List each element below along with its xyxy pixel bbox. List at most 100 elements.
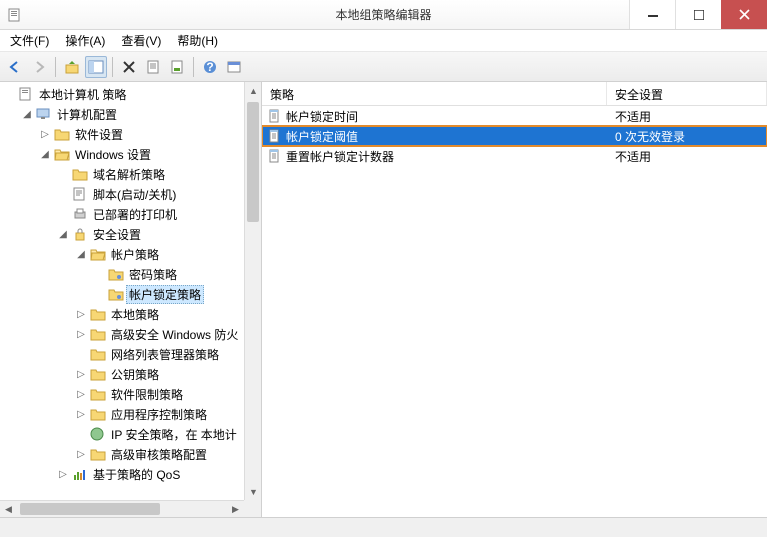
delete-button[interactable] — [118, 56, 140, 78]
list-body: 帐户锁定时间 不适用帐户锁定阈值0 次无效登录重置帐户锁定计数器不适用 — [262, 106, 767, 166]
tree-printers[interactable]: 已部署的打印机 — [56, 204, 244, 224]
tree-label: 域名解析策略 — [90, 165, 168, 184]
tree-account-lockout-policy[interactable]: 帐户锁定策略 — [92, 284, 244, 304]
tree-adv-firewall[interactable]: ▷ 高级安全 Windows 防火 — [74, 324, 244, 344]
column-header-security[interactable]: 安全设置 — [607, 82, 767, 105]
list-row[interactable]: 帐户锁定时间 不适用 — [262, 106, 767, 126]
menu-action[interactable]: 操作(A) — [57, 30, 113, 51]
folder-open-icon — [90, 247, 106, 261]
tree-label: IP 安全策略，在 本地计 — [108, 425, 240, 444]
folder-icon — [90, 367, 106, 381]
tree-local-policy[interactable]: ▷本地策略 — [74, 304, 244, 324]
expand-icon[interactable]: ▷ — [56, 467, 70, 481]
scroll-right-icon[interactable]: ▶ — [227, 501, 244, 517]
printer-icon — [72, 207, 88, 221]
list-row[interactable]: 重置帐户锁定计数器不适用 — [262, 146, 767, 166]
tree-dns-policy[interactable]: 域名解析策略 — [56, 164, 244, 184]
tree-password-policy[interactable]: 密码策略 — [92, 264, 244, 284]
collapse-icon[interactable]: ◢ — [38, 147, 52, 161]
tree-windows-settings[interactable]: ◢Windows 设置 — [38, 144, 244, 164]
collapse-icon[interactable]: ◢ — [74, 247, 88, 261]
tree-scripts[interactable]: 脚本(启动/关机) — [56, 184, 244, 204]
tree-label: 软件限制策略 — [108, 385, 186, 404]
show-tree-button[interactable] — [85, 56, 107, 78]
tree-adv-audit[interactable]: ▷高级审核策略配置 — [74, 444, 244, 464]
tree-label: 高级安全 Windows 防火 — [108, 325, 241, 344]
tree-label: 安全设置 — [90, 225, 144, 244]
forward-button[interactable] — [28, 56, 50, 78]
expand-icon[interactable]: ▷ — [74, 387, 88, 401]
tree-software-settings[interactable]: ▷ 软件设置 — [38, 124, 244, 144]
up-button[interactable] — [61, 56, 83, 78]
folder-icon — [90, 307, 106, 321]
scroll-thumb[interactable] — [20, 503, 160, 515]
policy-icon — [268, 129, 282, 143]
tree-software-restrict[interactable]: ▷ 软件限制策略 — [74, 384, 244, 404]
policy-icon — [268, 109, 282, 123]
expand-icon[interactable]: ▷ — [74, 327, 88, 341]
column-header-policy[interactable]: 策略 — [262, 82, 607, 105]
folder-icon — [54, 127, 70, 141]
policy-value: 不适用 — [615, 110, 651, 124]
tree-label: 网络列表管理器策略 — [108, 345, 222, 364]
tree-app-control[interactable]: ▷ 应用程序控制策略 — [74, 404, 244, 424]
tree-qos[interactable]: ▷基于策略的 QoS — [56, 464, 244, 484]
tree-label: 公钥策略 — [108, 365, 162, 384]
export-button[interactable] — [142, 56, 164, 78]
maximize-button[interactable] — [675, 0, 721, 29]
expand-icon[interactable]: ▷ — [74, 407, 88, 421]
scroll-up-icon[interactable]: ▲ — [245, 82, 262, 99]
folder-icon — [108, 287, 124, 301]
tree-root[interactable]: 本地计算机 策略 — [2, 84, 244, 104]
options-button[interactable] — [223, 56, 245, 78]
tree-computer-config[interactable]: ◢ 计算机配置 — [20, 104, 244, 124]
tree-horizontal-scrollbar[interactable]: ◀ ▶ — [0, 500, 244, 517]
minimize-button[interactable] — [629, 0, 675, 29]
policy-value: 0 次无效登录 — [615, 130, 685, 144]
tree-nlm-policy[interactable]: 网络列表管理器策略 — [74, 344, 244, 364]
titlebar: 本地组策略编辑器 — [0, 0, 767, 30]
expand-icon[interactable]: ▷ — [38, 127, 52, 141]
menu-help[interactable]: 帮助(H) — [169, 30, 226, 51]
folder-icon — [90, 407, 106, 421]
tree-label: 帐户锁定策略 — [126, 285, 204, 304]
expand-icon[interactable]: ▷ — [74, 447, 88, 461]
tree-account-policy[interactable]: ◢ 帐户策略 — [74, 244, 244, 264]
tree-pane: 本地计算机 策略 ◢ 计算机配置 ▷ 软件设置 — [0, 82, 262, 517]
tree-label: 帐户策略 — [108, 245, 162, 264]
tree-security-settings[interactable]: ◢ 安全设置 — [56, 224, 244, 244]
status-bar — [0, 517, 767, 537]
tree-pubkey-policy[interactable]: ▷ 公钥策略 — [74, 364, 244, 384]
qos-icon — [72, 467, 88, 481]
scroll-down-icon[interactable]: ▼ — [245, 483, 262, 500]
folder-icon — [90, 327, 106, 341]
folder-icon — [90, 347, 106, 361]
properties-button[interactable] — [166, 56, 188, 78]
ipsec-icon — [90, 427, 106, 441]
tree-label: 计算机配置 — [54, 105, 120, 124]
expand-icon[interactable]: ▷ — [74, 367, 88, 381]
help-button[interactable]: ? — [199, 56, 221, 78]
tree-label: 软件设置 — [72, 125, 126, 144]
scroll-thumb[interactable] — [247, 102, 259, 222]
policy-name: 帐户锁定时间 — [286, 108, 358, 125]
back-button[interactable] — [4, 56, 26, 78]
app-icon — [0, 8, 28, 22]
collapse-icon[interactable]: ◢ — [56, 227, 70, 241]
window-title: 本地组策略编辑器 — [335, 6, 431, 23]
menu-file[interactable]: 文件(F) — [2, 30, 57, 51]
menu-view[interactable]: 查看(V) — [113, 30, 169, 51]
document-icon — [18, 87, 34, 101]
tree-label: 应用程序控制策略 — [108, 405, 210, 424]
toolbar-separator — [112, 57, 113, 77]
tree-vertical-scrollbar[interactable]: ▲ ▼ — [244, 82, 261, 500]
tree-scroll[interactable]: 本地计算机 策略 ◢ 计算机配置 ▷ 软件设置 — [0, 82, 244, 500]
scroll-left-icon[interactable]: ◀ — [0, 501, 17, 517]
collapse-icon[interactable]: ◢ — [20, 107, 34, 121]
close-button[interactable] — [721, 0, 767, 29]
tree-label: 脚本(启动/关机) — [90, 185, 179, 204]
tree-ip-security[interactable]: IP 安全策略，在 本地计 — [74, 424, 244, 444]
expand-icon[interactable]: ▷ — [74, 307, 88, 321]
list-header: 策略 安全设置 — [262, 82, 767, 106]
list-row[interactable]: 帐户锁定阈值0 次无效登录 — [262, 126, 767, 146]
